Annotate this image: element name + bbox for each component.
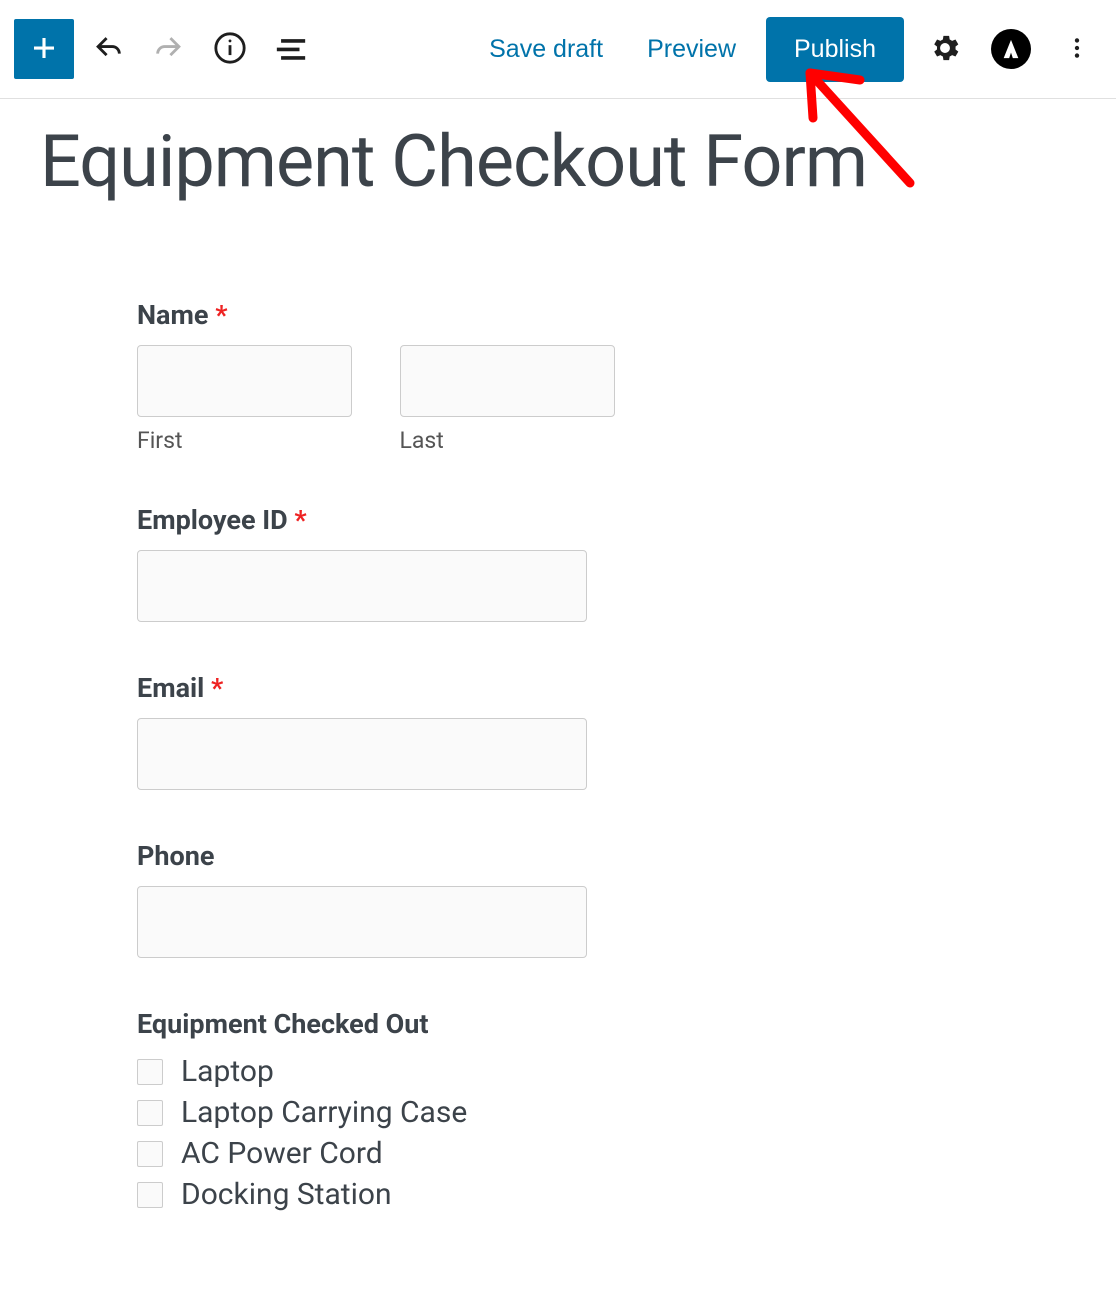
choice-docking-station[interactable]: Docking Station <box>137 1177 640 1212</box>
checkbox-ac-power-cord[interactable] <box>137 1141 163 1167</box>
preview-button[interactable]: Preview <box>633 27 750 72</box>
input-first-name[interactable] <box>137 345 352 417</box>
label-employee-id-text: Employee ID <box>137 504 288 536</box>
astra-icon <box>991 29 1031 69</box>
add-block-button[interactable] <box>14 19 74 79</box>
choice-label: Laptop <box>181 1054 274 1089</box>
required-indicator: * <box>294 504 306 536</box>
info-button[interactable] <box>202 22 257 77</box>
theme-settings-button[interactable] <box>986 24 1036 74</box>
list-view-button[interactable] <box>263 22 318 77</box>
input-employee-id[interactable] <box>137 550 587 622</box>
plus-icon <box>29 33 59 66</box>
kebab-icon <box>1064 35 1090 64</box>
label-email-text: Email <box>137 672 204 704</box>
editor-toolbar: Save draft Preview Publish <box>0 0 1116 99</box>
undo-button[interactable] <box>80 22 135 77</box>
sublabel-last: Last <box>400 427 641 454</box>
input-phone[interactable] <box>137 886 587 958</box>
field-employee-id: Employee ID * <box>137 504 640 622</box>
checkbox-laptop-carrying-case[interactable] <box>137 1100 163 1126</box>
label-employee-id: Employee ID * <box>137 504 640 536</box>
page-title[interactable]: Equipment Checkout Form <box>40 119 1076 204</box>
field-equipment: Equipment Checked Out Laptop Laptop Carr… <box>137 1008 640 1212</box>
choice-label: AC Power Cord <box>181 1136 383 1171</box>
label-email: Email * <box>137 672 640 704</box>
toolbar-left-group <box>14 19 318 79</box>
more-options-button[interactable] <box>1052 24 1102 74</box>
field-first-name: First <box>137 345 378 454</box>
redo-button[interactable] <box>141 22 196 77</box>
choice-ac-power-cord[interactable]: AC Power Cord <box>137 1136 640 1171</box>
publish-button[interactable]: Publish <box>766 17 904 82</box>
input-email[interactable] <box>137 718 587 790</box>
list-view-icon <box>274 31 308 68</box>
choice-laptop-carrying-case[interactable]: Laptop Carrying Case <box>137 1095 640 1130</box>
form-preview: Name * First Last Employee ID * <box>40 204 640 1212</box>
field-phone: Phone <box>137 840 640 958</box>
save-draft-button[interactable]: Save draft <box>475 27 617 72</box>
required-indicator: * <box>211 672 223 704</box>
label-phone: Phone <box>137 840 640 872</box>
checkbox-laptop[interactable] <box>137 1059 163 1085</box>
undo-icon <box>91 31 125 68</box>
editor-content: Equipment Checkout Form Name * First Las… <box>0 99 1116 1212</box>
field-name: Name * First Last <box>137 299 640 454</box>
label-equipment: Equipment Checked Out <box>137 1008 640 1040</box>
label-name: Name * <box>137 299 640 331</box>
gear-icon <box>928 31 962 68</box>
input-last-name[interactable] <box>400 345 615 417</box>
choice-label: Docking Station <box>181 1177 392 1212</box>
redo-icon <box>152 31 186 68</box>
info-icon <box>213 31 247 68</box>
checkbox-docking-station[interactable] <box>137 1182 163 1208</box>
sublabel-first: First <box>137 427 378 454</box>
equipment-choices: Laptop Laptop Carrying Case AC Power Cor… <box>137 1054 640 1212</box>
choice-label: Laptop Carrying Case <box>181 1095 467 1130</box>
required-indicator: * <box>215 299 227 331</box>
field-email: Email * <box>137 672 640 790</box>
toolbar-right-group: Save draft Preview Publish <box>475 17 1102 82</box>
choice-laptop[interactable]: Laptop <box>137 1054 640 1089</box>
settings-button[interactable] <box>920 24 970 74</box>
label-name-text: Name <box>137 299 208 331</box>
field-last-name: Last <box>400 345 641 454</box>
